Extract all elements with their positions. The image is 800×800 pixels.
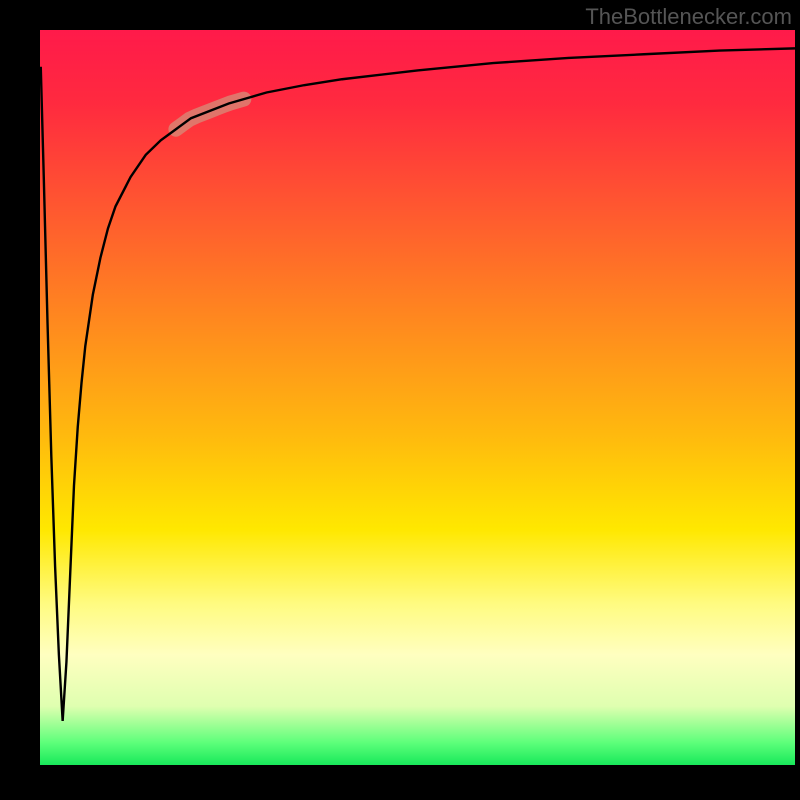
curve-layer <box>40 30 795 765</box>
curve-line <box>41 48 795 721</box>
chart-root: TheBottlenecker.com <box>0 0 800 800</box>
watermark-text: TheBottlenecker.com <box>585 4 792 30</box>
curve-highlight <box>176 99 244 129</box>
